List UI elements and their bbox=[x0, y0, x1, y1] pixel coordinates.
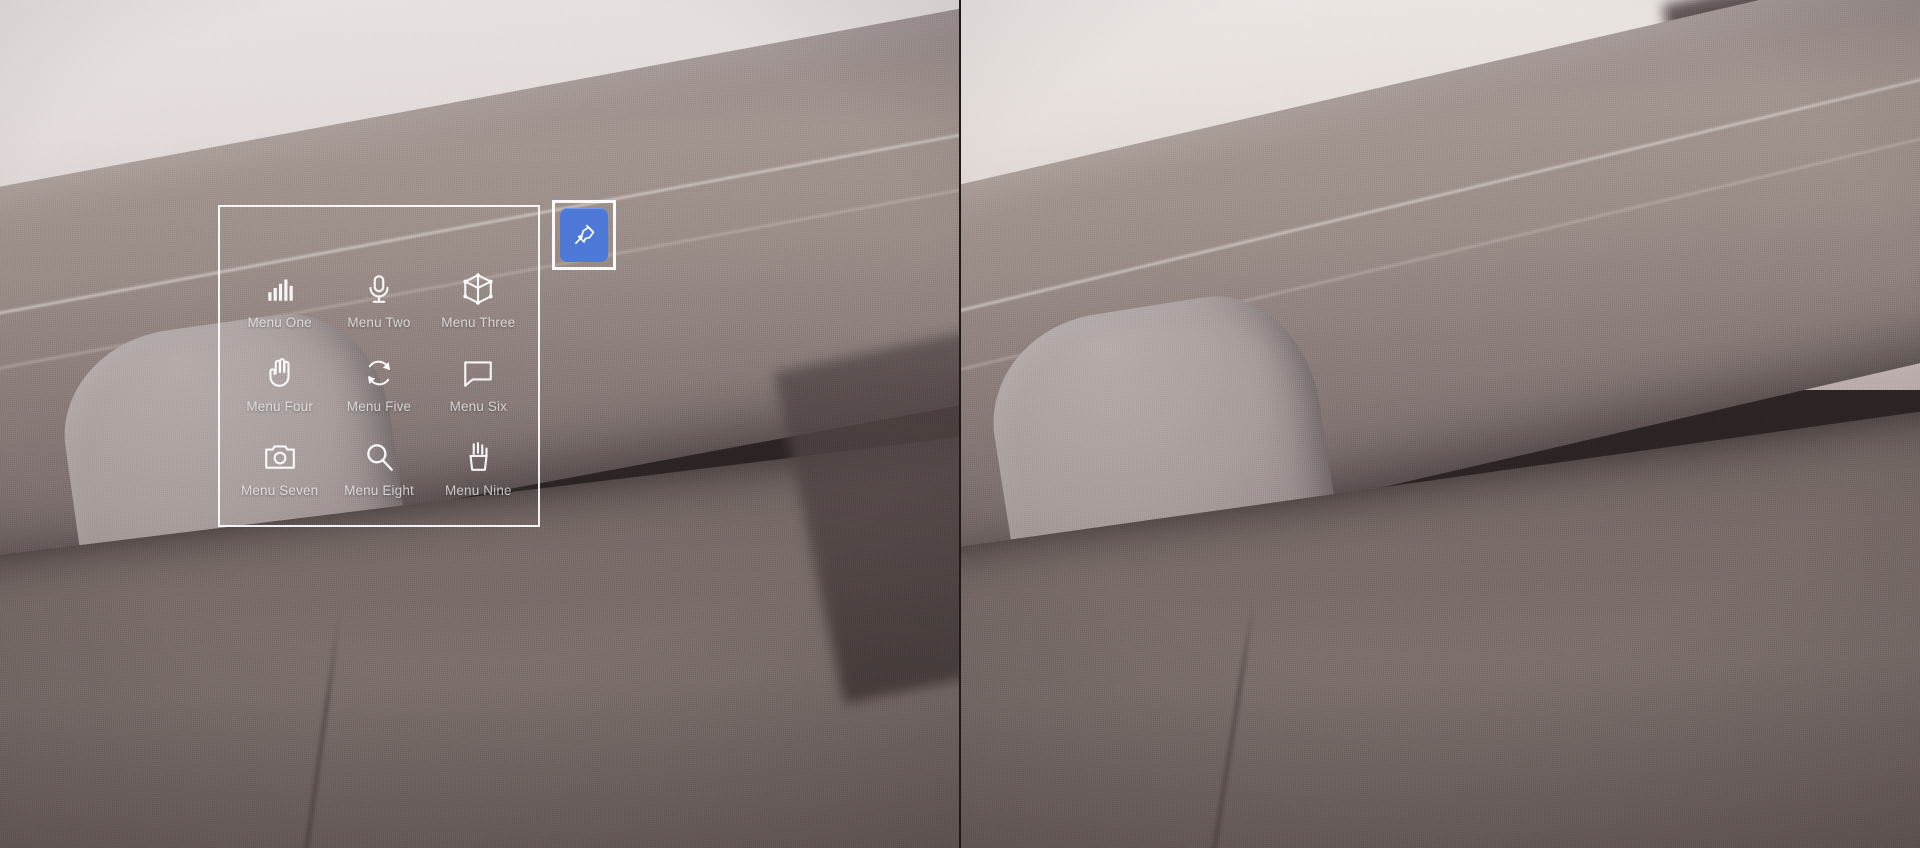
outline-menu-panel[interactable]: Menu One Menu Two Menu Three Menu Four M… bbox=[218, 205, 540, 527]
menu-grid-outline: Menu One Menu Two Menu Three Menu Four M… bbox=[220, 207, 538, 525]
menu-item-label: Menu Four bbox=[246, 399, 313, 414]
couch-photo-right bbox=[960, 0, 1920, 848]
pin-button-left[interactable] bbox=[560, 208, 608, 262]
menu-item-one[interactable]: Menu One bbox=[230, 259, 329, 343]
screenshot-stage: Menu One Menu Two Menu Three Menu Four M… bbox=[0, 0, 1920, 848]
menu-item-five[interactable]: Menu Five bbox=[329, 343, 428, 427]
menu-item-label: Menu Eight bbox=[344, 483, 414, 498]
menu-item-nine[interactable]: Menu Nine bbox=[429, 427, 528, 511]
hand-open-icon bbox=[263, 356, 297, 390]
menu-item-label: Menu One bbox=[247, 315, 312, 330]
microphone-icon bbox=[362, 272, 396, 306]
menu-item-label: Menu Seven bbox=[241, 483, 319, 498]
menu-item-three[interactable]: Menu Three bbox=[429, 259, 528, 343]
pin-button-frame-left[interactable] bbox=[552, 200, 616, 270]
menu-item-four[interactable]: Menu Four bbox=[230, 343, 329, 427]
cube-3d-icon bbox=[461, 272, 495, 306]
menu-item-label: Menu Three bbox=[441, 315, 516, 330]
menu-item-eight[interactable]: Menu Eight bbox=[329, 427, 428, 511]
pushpin-icon bbox=[575, 224, 595, 244]
menu-item-label: Menu Two bbox=[347, 315, 411, 330]
left-comparison-pane: Menu One Menu Two Menu Three Menu Four M… bbox=[0, 0, 960, 848]
menu-item-six[interactable]: Menu Six bbox=[429, 343, 528, 427]
menu-item-label: Menu Nine bbox=[445, 483, 512, 498]
hand-tap-icon bbox=[461, 440, 495, 474]
menu-item-label: Menu Six bbox=[449, 399, 508, 414]
speech-bubble-icon bbox=[461, 356, 495, 390]
camera-icon bbox=[263, 440, 297, 474]
magnifier-icon bbox=[362, 440, 396, 474]
bar-chart-icon bbox=[263, 272, 297, 306]
menu-item-two[interactable]: Menu Two bbox=[329, 259, 428, 343]
right-comparison-pane: Menu One Menu Two bbox=[960, 0, 1920, 848]
menu-item-label: Menu Five bbox=[346, 399, 412, 414]
pane-divider bbox=[959, 0, 961, 848]
menu-item-seven[interactable]: Menu Seven bbox=[230, 427, 329, 511]
refresh-sync-icon bbox=[362, 356, 396, 390]
